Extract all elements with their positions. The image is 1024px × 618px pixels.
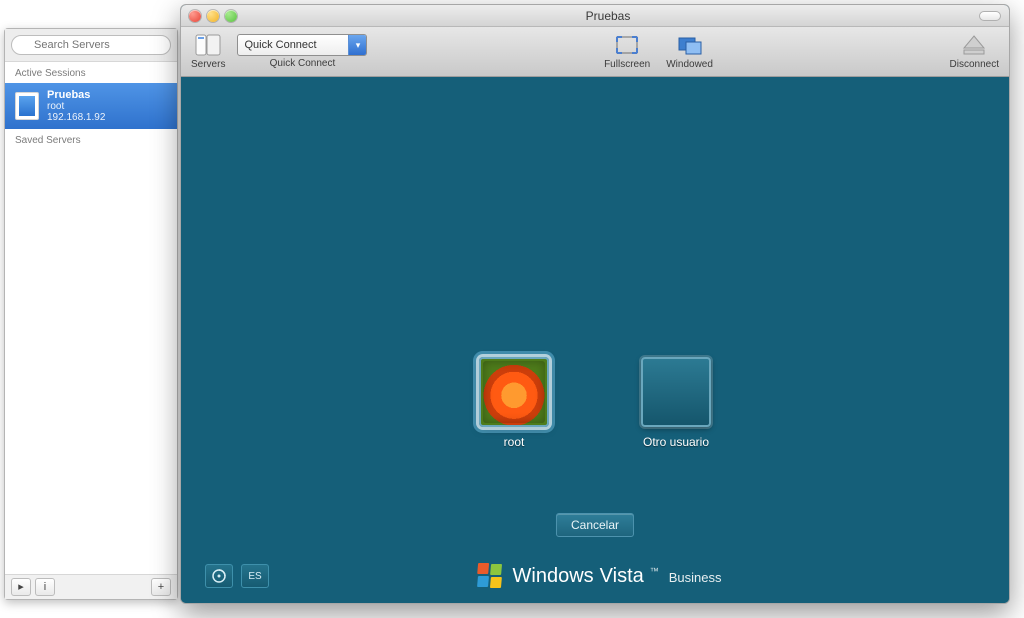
remote-display[interactable]: root Otro usuario Cancelar ES Windows [181,77,1009,603]
search-servers-input[interactable] [11,35,171,55]
brand-vista: Vista [600,565,644,588]
toolbar: Servers Quick Connect ▾ Quick Connect Fu… [181,27,1009,77]
disconnect-label: Disconnect [950,59,999,70]
windows-brand-text: Windows Vista ™ Business [513,565,722,588]
titlebar[interactable]: Pruebas [181,5,1009,27]
quick-connect-group: Quick Connect ▾ Quick Connect [237,34,367,69]
window-title: Pruebas [243,9,973,23]
login-user-other[interactable]: Otro usuario [640,357,712,449]
disconnect-button[interactable]: Disconnect [950,33,999,70]
windowed-button[interactable]: Windowed [666,33,713,70]
search-servers-wrap: 🔍 [5,29,177,62]
minimize-window-button[interactable] [207,10,219,22]
quick-connect-text: Quick Connect [244,39,316,51]
toolbar-toggle-button[interactable] [979,11,1001,21]
fullscreen-icon [613,33,641,57]
active-sessions-label: Active Sessions [5,62,177,83]
fullscreen-label: Fullscreen [604,59,650,70]
session-name: Pruebas [47,89,105,101]
eject-icon [960,33,988,57]
session-texts: Pruebas root 192.168.1.92 [47,89,105,123]
brand-trademark: ™ [650,566,659,576]
cancel-button[interactable]: Cancelar [556,513,634,537]
add-server-button[interactable]: + [151,578,171,596]
play-button[interactable]: ▸ [11,578,31,596]
login-user-tiles: root Otro usuario [181,357,1009,449]
session-ip: 192.168.1.92 [47,112,105,123]
windows-brand: Windows Vista ™ Business [277,563,921,589]
quick-connect-label: Quick Connect [270,58,336,69]
brand-windows: Windows [513,565,594,588]
servers-sidebar: 🔍 Active Sessions Pruebas root 192.168.1… [4,28,178,600]
login-user-root-label: root [504,435,525,449]
servers-icon [194,33,222,57]
vista-footer: ES Windows Vista ™ Business [181,563,1009,589]
sidebar-footer: ▸ i + [5,574,177,599]
session-file-icon [15,92,39,120]
login-user-other-label: Otro usuario [643,435,709,449]
window-controls [189,10,237,22]
fullscreen-button[interactable]: Fullscreen [604,33,650,70]
session-user: root [47,101,105,112]
language-button[interactable]: ES [241,564,269,588]
info-button[interactable]: i [35,578,55,596]
session-item-pruebas[interactable]: Pruebas root 192.168.1.92 [5,83,177,129]
avatar-root [479,357,549,427]
saved-servers-label: Saved Servers [5,129,177,150]
main-window: Pruebas Servers Quick Connect ▾ Quick Co… [180,4,1010,604]
chevron-down-icon: ▾ [348,35,366,55]
windowed-label: Windowed [666,59,713,70]
avatar-other [641,357,711,427]
windows-flag-icon [475,563,503,589]
login-user-root[interactable]: root [478,357,550,449]
servers-toggle[interactable]: Servers [191,33,225,70]
quick-connect-combo[interactable]: Quick Connect ▾ [237,34,367,56]
servers-label: Servers [191,59,225,70]
windowed-icon [676,33,704,57]
close-window-button[interactable] [189,10,201,22]
ease-of-access-button[interactable] [205,564,233,588]
brand-edition: Business [669,570,722,585]
language-code: ES [248,571,261,582]
zoom-window-button[interactable] [225,10,237,22]
